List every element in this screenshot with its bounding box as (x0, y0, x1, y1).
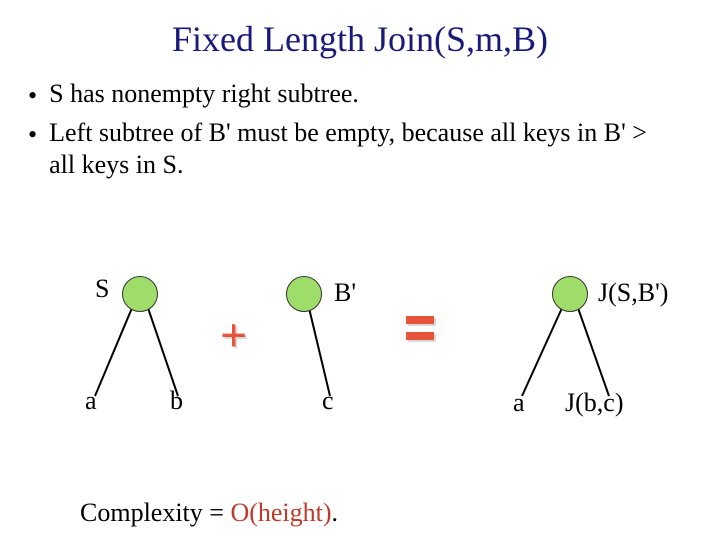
node-s (122, 276, 158, 312)
label-jsb: J(S,B') (598, 278, 668, 308)
label-c: c (322, 386, 334, 416)
node-bprime (286, 276, 322, 312)
label-a-right: a (513, 388, 525, 418)
bullet-item: • S has nonempty right subtree. (28, 78, 720, 113)
complexity-line: Complexity = O(height). (80, 498, 338, 528)
bullet-text: S has nonempty right subtree. (49, 78, 359, 111)
bullet-dot-icon: • (28, 80, 37, 113)
bullet-list: • S has nonempty right subtree. • Left s… (28, 78, 720, 182)
slide-title: Fixed Length Join(S,m,B) (0, 18, 720, 60)
bullet-item: • Left subtree of B' must be empty, beca… (28, 117, 720, 182)
diagram-area: S a b + B' c J(S,B') a J(b,c) (0, 268, 720, 478)
bullet-dot-icon: • (28, 119, 37, 152)
bullet-text: Left subtree of B' must be empty, becaus… (49, 117, 669, 182)
node-jsb (552, 276, 588, 312)
equals-icon (406, 316, 434, 348)
label-b: b (170, 386, 183, 416)
label-a-left: a (85, 386, 97, 416)
complexity-suffix: . (332, 498, 339, 527)
label-s: S (95, 274, 109, 304)
label-bprime: B' (334, 278, 356, 308)
label-jbc: J(b,c) (565, 388, 623, 418)
plus-icon: + (220, 308, 247, 363)
complexity-prefix: Complexity = (80, 498, 230, 527)
complexity-value: O(height) (230, 498, 331, 527)
